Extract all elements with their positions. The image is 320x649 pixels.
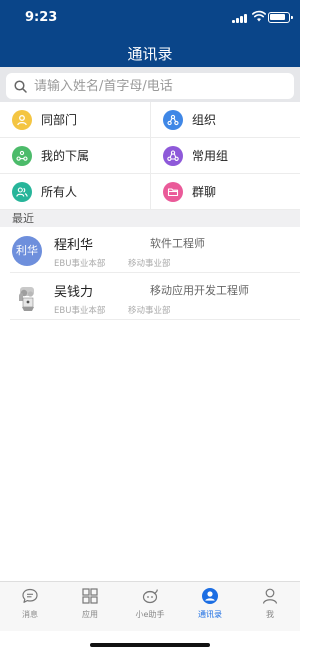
group-label: 我的下属: [41, 149, 90, 163]
tab-label: 我: [266, 610, 274, 619]
tab-label: 应用: [82, 610, 98, 619]
tab-label: 消息: [22, 610, 38, 619]
tab-assistant[interactable]: 小e助手: [120, 582, 180, 631]
search-icon: [14, 79, 27, 93]
wifi-icon: [252, 10, 266, 22]
avatar: [12, 283, 42, 313]
assistant-icon: [142, 589, 158, 604]
contact-groups: 同部门 组织 我的下属 常用组 所有人 群聊: [0, 102, 300, 210]
row-divider: [10, 272, 300, 273]
cellular-signal-icon: [232, 13, 250, 23]
group-everyone[interactable]: 所有人: [0, 174, 150, 210]
tab-label: 小e助手: [135, 610, 165, 619]
search-input[interactable]: [34, 78, 274, 94]
group-label: 常用组: [192, 149, 229, 163]
tab-contacts[interactable]: 通讯录: [180, 582, 240, 631]
group-organization[interactable]: 组织: [150, 102, 300, 138]
tab-bar: 消息 应用 小e助手 通讯录 我: [0, 581, 300, 631]
me-icon: [262, 588, 278, 604]
contact-title: 移动应用开发工程师: [150, 284, 249, 297]
group-icon: [163, 145, 183, 166]
contact-department: EBU事业本部: [54, 259, 106, 269]
tab-messages[interactable]: 消息: [0, 582, 60, 631]
group-label: 群聊: [192, 185, 217, 199]
tab-me[interactable]: 我: [240, 582, 300, 631]
avatar: 利华: [12, 236, 42, 266]
people-icon: [12, 181, 32, 202]
contact-name: 吴钱力: [54, 285, 94, 300]
contacts-icon: [202, 588, 218, 604]
group-my-subordinates[interactable]: 我的下属: [0, 138, 150, 174]
chat-icon: [22, 588, 38, 603]
org-icon: [163, 109, 183, 130]
home-indicator: [90, 643, 210, 647]
contact-title: 软件工程师: [150, 237, 205, 250]
apps-icon: [82, 588, 98, 604]
group-label: 所有人: [41, 185, 78, 199]
folder-icon: [163, 181, 183, 202]
contact-unit: 移动事业部: [128, 306, 171, 316]
contact-row[interactable]: 吴钱力 移动应用开发工程师 EBU事业本部 移动事业部: [0, 274, 300, 320]
group-same-department[interactable]: 同部门: [0, 102, 150, 138]
battery-icon: [268, 12, 293, 23]
person-icon: [12, 109, 32, 130]
subordinates-icon: [12, 145, 32, 166]
status-time: 9:23: [25, 10, 58, 25]
group-chats[interactable]: 群聊: [150, 174, 300, 210]
contact-department: EBU事业本部: [54, 306, 106, 316]
contact-row[interactable]: 利华 程利华 软件工程师 EBU事业本部 移动事业部: [0, 227, 300, 273]
group-label: 同部门: [41, 113, 78, 127]
status-bar: 9:23: [0, 0, 300, 34]
tab-label: 通讯录: [198, 610, 222, 619]
app-header: 9:23 通讯录: [0, 0, 300, 67]
recent-section-header: 最近: [0, 210, 300, 227]
search-bar: [0, 67, 300, 105]
contact-unit: 移动事业部: [128, 259, 171, 269]
search-box[interactable]: [6, 73, 294, 99]
group-label: 组织: [192, 113, 217, 127]
contact-name: 程利华: [54, 238, 94, 253]
row-divider: [10, 319, 300, 320]
group-frequent[interactable]: 常用组: [150, 138, 300, 174]
avatar-image: [19, 287, 34, 311]
tab-apps[interactable]: 应用: [60, 582, 120, 631]
page-title: 通讯录: [127, 45, 173, 63]
